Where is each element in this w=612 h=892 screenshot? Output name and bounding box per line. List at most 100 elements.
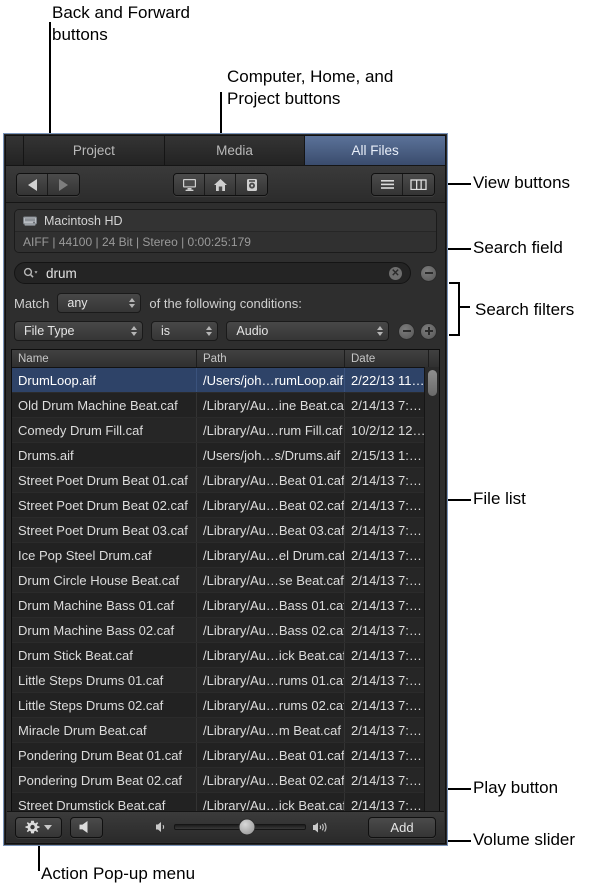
- file-info-row: AIFF | 44100 | 24 Bit | Stereo | 0:00:25…: [15, 232, 436, 252]
- volume-slider-thumb[interactable]: [238, 819, 255, 836]
- table-row[interactable]: Drum Machine Bass 02.caf/Library/Au…Bass…: [12, 618, 439, 643]
- forward-button[interactable]: [48, 174, 79, 195]
- volume-slider[interactable]: [174, 824, 306, 830]
- add-filter-button[interactable]: [420, 323, 437, 340]
- clear-x-icon[interactable]: ✕: [389, 267, 402, 280]
- cell-name: Comedy Drum Fill.caf: [12, 418, 197, 442]
- filter-attribute-dropdown[interactable]: File Type: [14, 321, 143, 341]
- cell-path: /Library/Au…Beat 01.caf: [197, 468, 345, 492]
- search-magnifier-icon[interactable]: [23, 267, 38, 279]
- bottom-toolbar: Add: [7, 811, 444, 842]
- cell-date: 2/14/13 7:…: [345, 743, 429, 767]
- cell-name: Drum Machine Bass 02.caf: [12, 618, 197, 642]
- table-row[interactable]: Old Drum Machine Beat.caf/Library/Au…ine…: [12, 393, 439, 418]
- cell-path: /Library/Au…Beat 02.caf: [197, 768, 345, 792]
- cell-name: Drum Machine Bass 01.caf: [12, 593, 197, 617]
- column-view-button[interactable]: [403, 174, 434, 195]
- cell-path: /Library/Au…Bass 01.caf: [197, 593, 345, 617]
- speaker-play-icon: [78, 820, 95, 834]
- table-row[interactable]: Drum Stick Beat.caf/Library/Au…ick Beat.…: [12, 643, 439, 668]
- match-any-dropdown[interactable]: any: [57, 293, 141, 313]
- tab-project-label: Project: [73, 143, 115, 158]
- vertical-scrollbar[interactable]: [424, 367, 439, 818]
- table-row[interactable]: Pondering Drum Beat 01.caf/Library/Au…Be…: [12, 743, 439, 768]
- cell-path: /Library/Au…Beat 01.caf: [197, 743, 345, 767]
- play-button[interactable]: [70, 817, 103, 838]
- cell-date: 2/14/13 7:…: [345, 543, 429, 567]
- search-row: drum ✕: [14, 262, 437, 284]
- annotation-volume-slider: Volume slider: [473, 829, 575, 851]
- cell-date: 2/22/13 11…: [345, 368, 429, 392]
- table-row[interactable]: Little Steps Drums 01.caf/Library/Au…rum…: [12, 668, 439, 693]
- annotation-back-forward: Back and Forward buttons: [52, 2, 190, 46]
- cell-path: /Library/Au…se Beat.caf: [197, 568, 345, 592]
- cell-date: 2/14/13 7:…: [345, 468, 429, 492]
- remove-filter-button[interactable]: [398, 323, 415, 340]
- cell-name: Street Poet Drum Beat 03.caf: [12, 518, 197, 542]
- annotation-search-filters: Search filters: [475, 299, 574, 321]
- back-button[interactable]: [17, 174, 48, 195]
- home-button[interactable]: [205, 174, 236, 195]
- table-row[interactable]: Street Poet Drum Beat 01.caf/Library/Au……: [12, 468, 439, 493]
- plus-icon-vertical: [428, 327, 430, 335]
- cell-path: /Library/Au…Beat 02.caf: [197, 493, 345, 517]
- cell-name: Street Poet Drum Beat 01.caf: [12, 468, 197, 492]
- match-row: Match any of the following conditions:: [14, 293, 437, 313]
- project-icon: [245, 178, 259, 192]
- tab-all-files[interactable]: All Files: [305, 136, 445, 165]
- cell-date: 2/14/13 7:…: [345, 568, 429, 592]
- screenshot-root: Back and Forward buttons Computer, Home,…: [0, 0, 612, 892]
- caret-down-icon: [44, 825, 52, 830]
- cell-path: /Library/Au…Beat 03.caf: [197, 518, 345, 542]
- file-list-rows: DrumLoop.aif/Users/joh…rumLoop.aif2/22/1…: [12, 368, 439, 818]
- annotation-file-list: File list: [473, 488, 526, 510]
- bracket-search-filters: [449, 282, 460, 336]
- table-row[interactable]: Little Steps Drums 02.caf/Library/Au…rum…: [12, 693, 439, 718]
- tab-project[interactable]: Project: [24, 136, 165, 165]
- table-row[interactable]: Miracle Drum Beat.caf/Library/Au…m Beat.…: [12, 718, 439, 743]
- filter-operator-dropdown[interactable]: is: [151, 321, 218, 341]
- view-button-group: [371, 173, 435, 196]
- path-bar: Macintosh HD AIFF | 44100 | 24 Bit | Ste…: [14, 209, 437, 253]
- table-row[interactable]: Pondering Drum Beat 02.caf/Library/Au…Be…: [12, 768, 439, 793]
- cell-date: 2/14/13 7:…: [345, 718, 429, 742]
- volume-control: [155, 821, 331, 834]
- table-row[interactable]: Drums.aif/Users/joh…s/Drums.aif2/15/13 1…: [12, 443, 439, 468]
- table-row[interactable]: Street Poet Drum Beat 03.caf/Library/Au……: [12, 518, 439, 543]
- computer-button[interactable]: [174, 174, 205, 195]
- table-row[interactable]: Comedy Drum Fill.caf/Library/Au…rum Fill…: [12, 418, 439, 443]
- column-header-path[interactable]: Path: [197, 350, 345, 367]
- column-header-date[interactable]: Date: [345, 350, 429, 367]
- file-browser-window: Project Media All Files: [3, 133, 448, 846]
- tab-media[interactable]: Media: [165, 136, 306, 165]
- add-button[interactable]: Add: [368, 817, 436, 838]
- cell-name: DrumLoop.aif: [12, 368, 197, 392]
- cell-name: Pondering Drum Beat 02.caf: [12, 768, 197, 792]
- table-row[interactable]: Drum Machine Bass 01.caf/Library/Au…Bass…: [12, 593, 439, 618]
- table-row[interactable]: Street Poet Drum Beat 02.caf/Library/Au……: [12, 493, 439, 518]
- cell-path: /Library/Au…rums 01.caf: [197, 668, 345, 692]
- project-button[interactable]: [236, 174, 267, 195]
- cell-path: /Users/joh…s/Drums.aif: [197, 443, 345, 467]
- cell-path: /Library/Au…Bass 02.caf: [197, 618, 345, 642]
- window-inner: Project Media All Files: [5, 135, 446, 844]
- search-input[interactable]: drum ✕: [14, 262, 411, 284]
- add-button-label: Add: [390, 820, 413, 835]
- table-row[interactable]: DrumLoop.aif/Users/joh…rumLoop.aif2/22/1…: [12, 368, 439, 393]
- annotation-play-button: Play button: [473, 777, 558, 799]
- vertical-scrollbar-thumb[interactable]: [428, 370, 437, 396]
- table-row[interactable]: Drum Circle House Beat.caf/Library/Au…se…: [12, 568, 439, 593]
- cell-path: /Users/joh…rumLoop.aif: [197, 368, 345, 392]
- remove-search-button[interactable]: [420, 265, 437, 282]
- location-button-group: [173, 173, 268, 196]
- hard-disk-icon: [23, 215, 37, 227]
- column-header-spacer: [429, 350, 439, 367]
- column-header-name[interactable]: Name: [12, 350, 197, 367]
- filter-value-dropdown[interactable]: Audio: [226, 321, 389, 341]
- action-popup-menu-button[interactable]: [15, 817, 62, 838]
- list-view-button[interactable]: [372, 174, 403, 195]
- table-row[interactable]: Ice Pop Steel Drum.caf/Library/Au…el Dru…: [12, 543, 439, 568]
- cell-date: 2/14/13 7:…: [345, 618, 429, 642]
- volume-row[interactable]: Macintosh HD: [15, 210, 436, 232]
- tab-bar: Project Media All Files: [6, 136, 445, 166]
